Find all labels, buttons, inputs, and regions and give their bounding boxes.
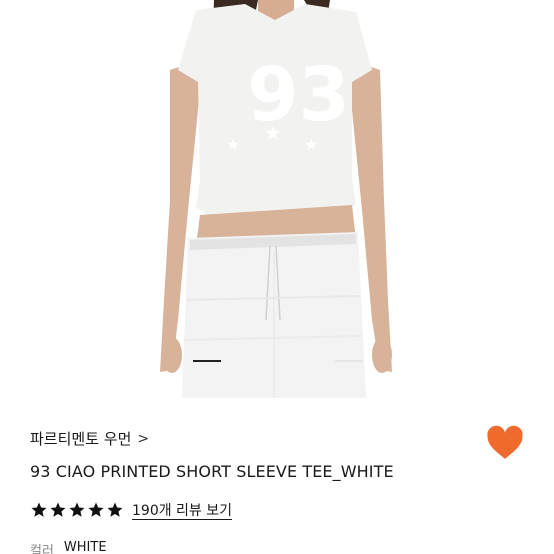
print-number: 93 [247, 52, 350, 138]
image-pager-indicator-active [193, 360, 221, 362]
product-image[interactable]: ★ ★ ★ 93 [0, 0, 554, 398]
rating-row: 190개 리뷰 보기 [30, 500, 232, 520]
star-icon [69, 502, 85, 517]
star-icon [31, 502, 47, 517]
star-icon [50, 502, 66, 517]
brand-name: 파르티멘토 우먼 [30, 430, 132, 448]
color-label: 컬러 [30, 544, 54, 554]
review-link[interactable]: 190개 리뷰 보기 [132, 500, 232, 520]
image-pager-indicator [335, 360, 363, 362]
color-option-row: 컬러 WHITE [30, 540, 107, 554]
color-value: WHITE [63, 540, 107, 554]
heart-icon[interactable] [486, 425, 524, 461]
star-icon [88, 502, 104, 517]
product-title: 93 CIAO PRINTED SHORT SLEEVE TEE_WHITE [30, 462, 394, 481]
brand-link[interactable]: 파르티멘토 우먼 > [30, 428, 149, 449]
star-icon [107, 502, 123, 517]
rating-stars [30, 501, 124, 519]
chevron-right-icon: > [137, 431, 150, 447]
